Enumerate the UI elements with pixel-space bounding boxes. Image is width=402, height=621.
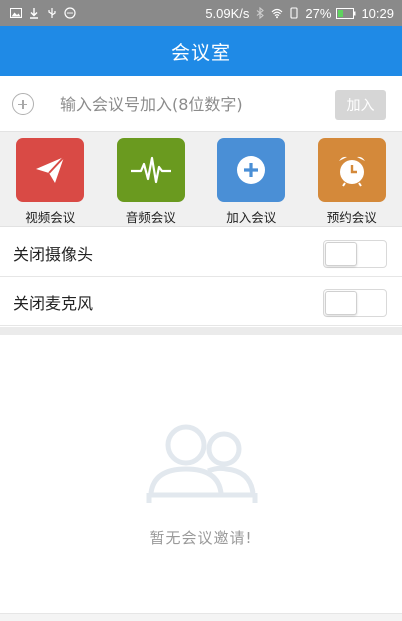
- join-button[interactable]: 加入: [335, 90, 386, 120]
- battery-percent: 27%: [305, 5, 332, 21]
- empty-state: 暂无会议邀请!: [0, 335, 402, 613]
- switch-knob: [325, 242, 357, 266]
- status-right: 5.09K/s 27% 10:29: [205, 6, 402, 21]
- wifi-icon: [271, 8, 283, 19]
- audio-meeting-tile[interactable]: [116, 138, 185, 202]
- audio-meeting-action[interactable]: 音频会议: [106, 138, 196, 226]
- page-title: 会议室: [170, 41, 231, 64]
- video-meeting-tile[interactable]: [16, 138, 85, 202]
- join-meeting-action[interactable]: 加入会议: [206, 138, 296, 226]
- plus-circle-icon: [237, 156, 266, 184]
- audio-meeting-label: 音频会议: [125, 210, 176, 225]
- mic-off-switch[interactable]: [323, 289, 387, 317]
- vibrate-icon: [290, 7, 298, 19]
- camera-off-switch[interactable]: [323, 240, 387, 268]
- camera-off-row: 关闭摄像头: [0, 229, 402, 277]
- battery-icon: [336, 7, 356, 19]
- status-bar: 5.09K/s 27% 10:29: [0, 0, 402, 26]
- image-icon: [10, 8, 22, 18]
- clock: 10:29: [361, 5, 394, 21]
- mic-off-row: 关闭麦克风: [0, 278, 402, 326]
- paper-plane-icon: [36, 156, 65, 183]
- meeting-actions: 视频会议 音频会议 加入会议 预约会议: [0, 132, 402, 227]
- app-bar: 会议室: [0, 26, 402, 76]
- mic-off-label: 关闭麦克风: [13, 293, 94, 313]
- chat-icon: [64, 7, 76, 19]
- download-icon: [30, 8, 38, 19]
- people-icon: [146, 424, 258, 503]
- waveform-icon: [130, 156, 171, 184]
- join-meeting-label: 加入会议: [226, 210, 277, 225]
- schedule-meeting-label: 预约会议: [326, 210, 377, 225]
- meeting-number-input[interactable]: [60, 88, 320, 120]
- empty-message: 暂无会议邀请!: [149, 529, 253, 547]
- video-meeting-action[interactable]: 视频会议: [5, 138, 95, 226]
- bluetooth-icon: [257, 7, 265, 19]
- add-circle-icon[interactable]: [12, 93, 34, 115]
- usb-icon: [48, 8, 56, 18]
- join-meeting-tile[interactable]: [217, 138, 286, 202]
- bottom-edge: [0, 613, 402, 621]
- status-left-icons: [0, 7, 76, 19]
- camera-off-label: 关闭摄像头: [13, 244, 94, 264]
- join-meeting-row: 加入: [0, 76, 402, 132]
- schedule-meeting-tile[interactable]: [317, 138, 386, 202]
- switch-knob: [325, 291, 357, 315]
- section-divider: [0, 327, 402, 335]
- network-speed: 5.09K/s: [205, 5, 250, 21]
- video-meeting-label: 视频会议: [25, 210, 76, 225]
- schedule-meeting-action[interactable]: 预约会议: [307, 138, 397, 226]
- alarm-clock-icon: [338, 156, 365, 187]
